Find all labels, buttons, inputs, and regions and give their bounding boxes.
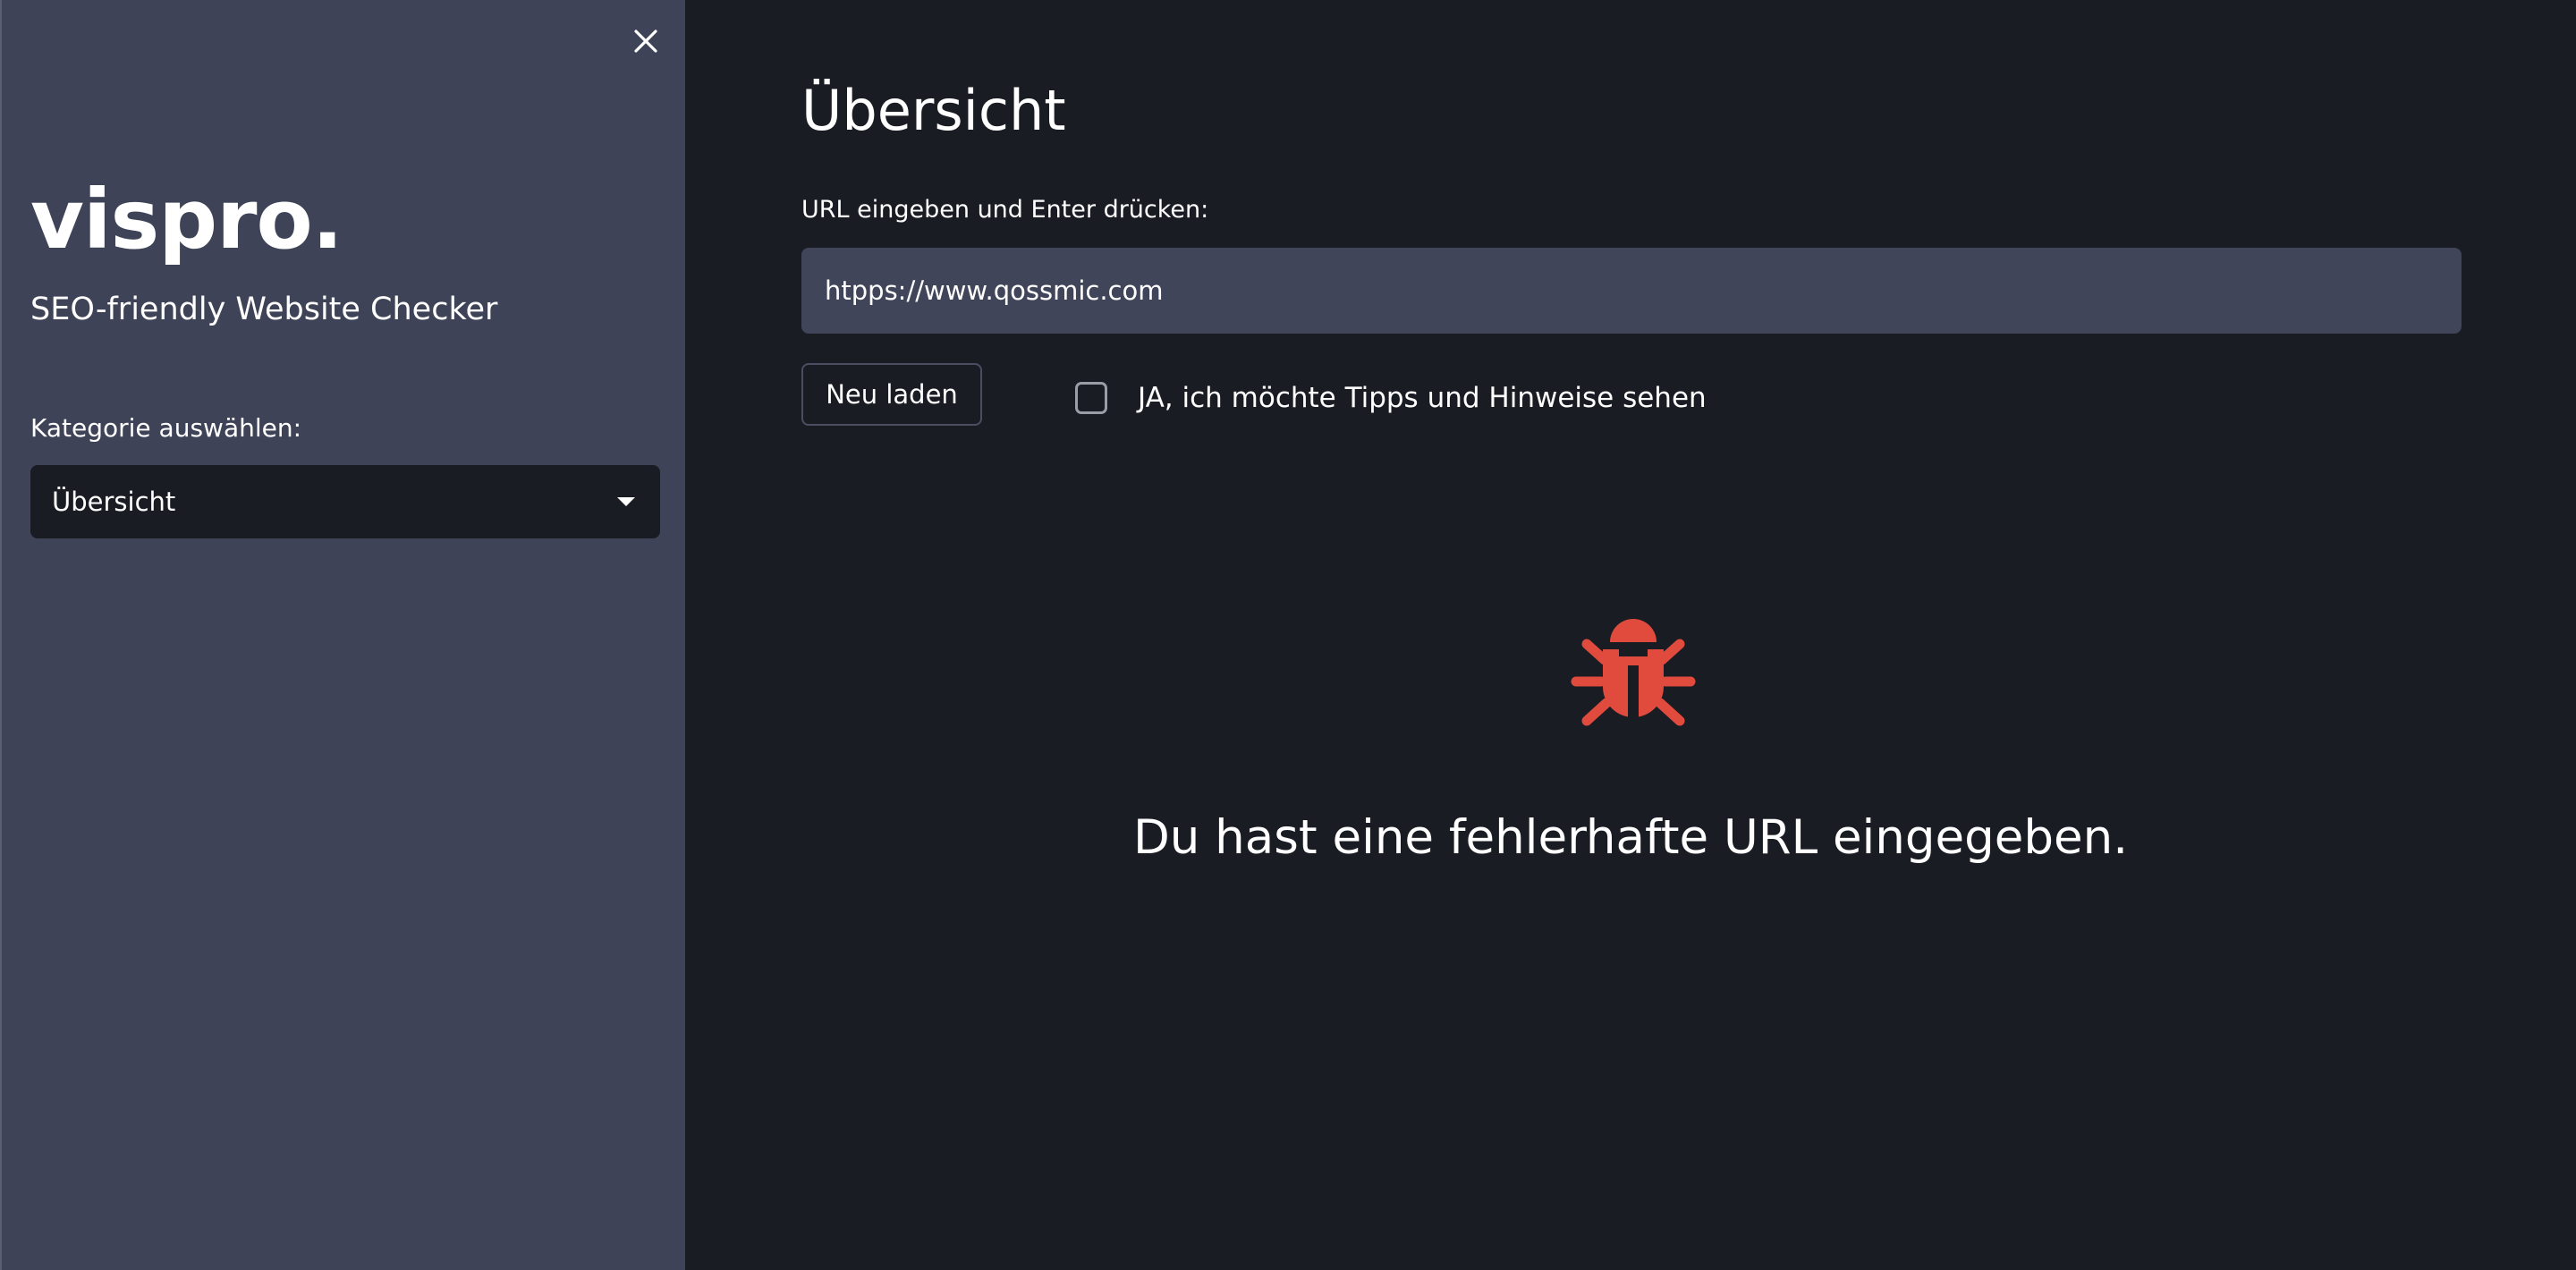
close-sidebar-button[interactable] bbox=[628, 23, 664, 59]
url-input-label: URL eingeben und Enter drücken: bbox=[801, 196, 1209, 224]
close-icon bbox=[634, 30, 657, 53]
category-select-label: Kategorie auswählen: bbox=[30, 413, 302, 443]
checkbox-unchecked-icon[interactable] bbox=[1075, 382, 1107, 414]
sidebar: vispro. SEO-friendly Website Checker Kat… bbox=[0, 0, 685, 1270]
brand-title: vispro. bbox=[30, 172, 343, 267]
page-title: Übersicht bbox=[801, 78, 1066, 143]
app-window: vispro. SEO-friendly Website Checker Kat… bbox=[0, 0, 2576, 1270]
tips-checkbox[interactable]: JA, ich möchte Tipps und Hinweise sehen bbox=[1075, 362, 1707, 434]
main-content: Übersicht URL eingeben und Enter drücken… bbox=[685, 0, 2576, 1270]
reload-button[interactable]: Neu laden bbox=[801, 363, 982, 426]
tips-checkbox-label: JA, ich möchte Tipps und Hinweise sehen bbox=[1138, 382, 1707, 414]
caret-down-icon bbox=[617, 497, 635, 506]
category-select-value: Übersicht bbox=[52, 487, 176, 517]
category-select[interactable]: Übersicht bbox=[30, 465, 660, 538]
url-input[interactable] bbox=[801, 248, 2462, 334]
error-message: Du hast eine fehlerhafte URL eingegeben. bbox=[1132, 810, 2129, 865]
brand-subtitle: SEO-friendly Website Checker bbox=[30, 292, 498, 327]
bug-icon bbox=[1571, 619, 1696, 726]
